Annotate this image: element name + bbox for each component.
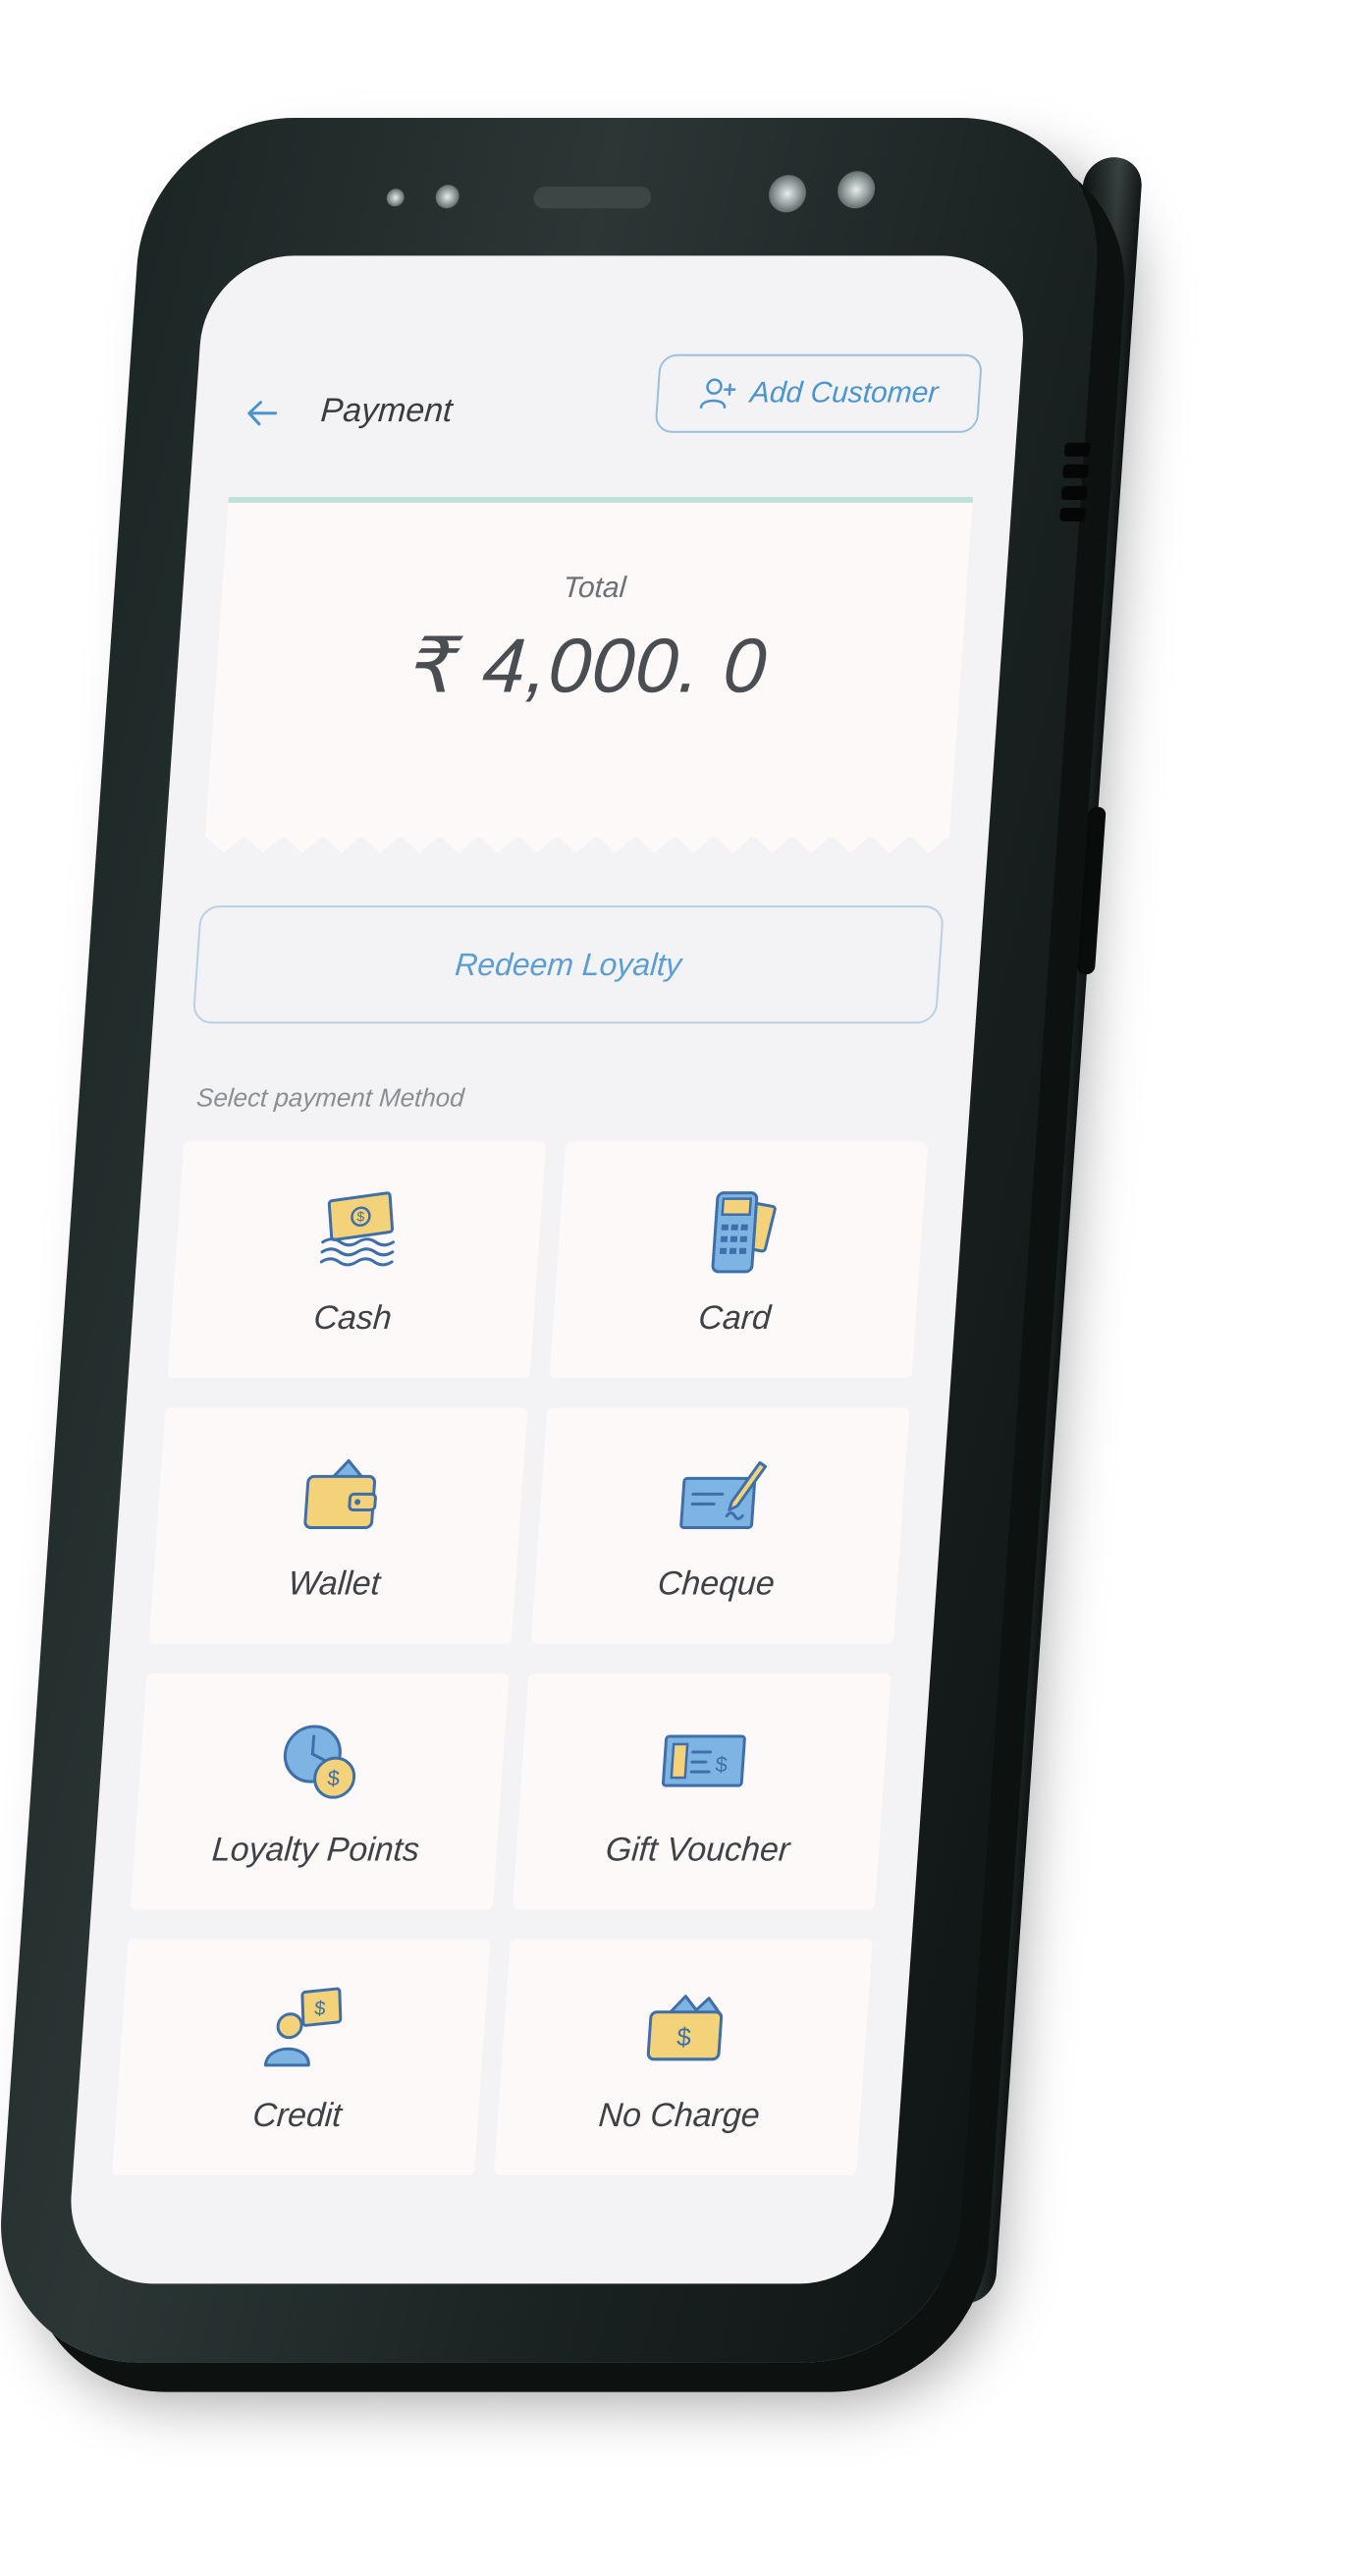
add-customer-button[interactable]: Add Customer bbox=[654, 354, 984, 433]
svg-text:$: $ bbox=[314, 1998, 327, 2019]
payment-method-cheque[interactable]: Cheque bbox=[530, 1407, 910, 1644]
payment-method-wallet[interactable]: Wallet bbox=[148, 1407, 528, 1644]
method-label: Gift Voucher bbox=[604, 1830, 791, 1868]
method-label: Loyalty Points bbox=[210, 1830, 421, 1868]
stage: Payment Add Customer Total ₹ 4,000. 0 Re… bbox=[0, 0, 1351, 2576]
svg-text:$: $ bbox=[327, 1766, 341, 1790]
payment-method-loyalty-points[interactable]: $ Loyalty Points bbox=[130, 1672, 510, 1910]
payment-method-cash[interactable]: $ Cash bbox=[167, 1141, 547, 1379]
cash-icon: $ bbox=[319, 1190, 396, 1266]
payment-methods-grid: $ Cash Card Wallet Cheque $ Loyalty Poin… bbox=[111, 1141, 929, 2176]
app-screen: Payment Add Customer Total ₹ 4,000. 0 Re… bbox=[65, 255, 1030, 2284]
wallet-icon bbox=[303, 1458, 377, 1529]
no-charge-icon: $ bbox=[646, 1994, 724, 2060]
method-label: Cheque bbox=[656, 1564, 777, 1603]
method-label: Wallet bbox=[287, 1564, 382, 1603]
card-terminal-icon bbox=[711, 1190, 777, 1273]
header: Payment Add Customer bbox=[191, 345, 1022, 463]
section-label: Select payment Method bbox=[195, 1082, 465, 1113]
payment-method-credit[interactable]: $ Credit bbox=[111, 1939, 491, 2176]
add-user-icon bbox=[699, 378, 736, 409]
total-label: Total bbox=[562, 572, 627, 605]
payment-method-no-charge[interactable]: $ No Charge bbox=[493, 1939, 873, 2176]
phone-device: Payment Add Customer Total ₹ 4,000. 0 Re… bbox=[0, 118, 1144, 2363]
gift-voucher-icon: $ bbox=[661, 1734, 746, 1787]
method-label: No Charge bbox=[597, 2096, 762, 2134]
svg-text:$: $ bbox=[356, 1208, 365, 1224]
svg-text:$: $ bbox=[715, 1752, 729, 1777]
page-title: Payment bbox=[319, 391, 454, 429]
loyalty-points-icon: $ bbox=[283, 1724, 356, 1799]
method-label: Card bbox=[697, 1298, 773, 1337]
svg-text:$: $ bbox=[676, 2021, 692, 2051]
redeem-loyalty-button[interactable]: Redeem Loyalty bbox=[191, 904, 946, 1024]
method-label: Cash bbox=[312, 1298, 394, 1337]
receipt-zigzag-edge bbox=[204, 831, 950, 853]
method-label: Credit bbox=[251, 2096, 344, 2134]
payment-method-card[interactable]: Card bbox=[549, 1141, 929, 1379]
total-receipt: Total ₹ 4,000. 0 bbox=[204, 496, 974, 838]
add-customer-label: Add Customer bbox=[748, 376, 940, 410]
payment-method-gift-voucher[interactable]: $ Gift Voucher bbox=[512, 1672, 892, 1910]
earpiece-speaker bbox=[532, 187, 652, 209]
total-amount: ₹ 4,000. 0 bbox=[407, 622, 771, 709]
cheque-icon bbox=[679, 1460, 768, 1529]
credit-icon: $ bbox=[263, 1987, 343, 2066]
back-arrow-icon[interactable] bbox=[241, 394, 283, 433]
